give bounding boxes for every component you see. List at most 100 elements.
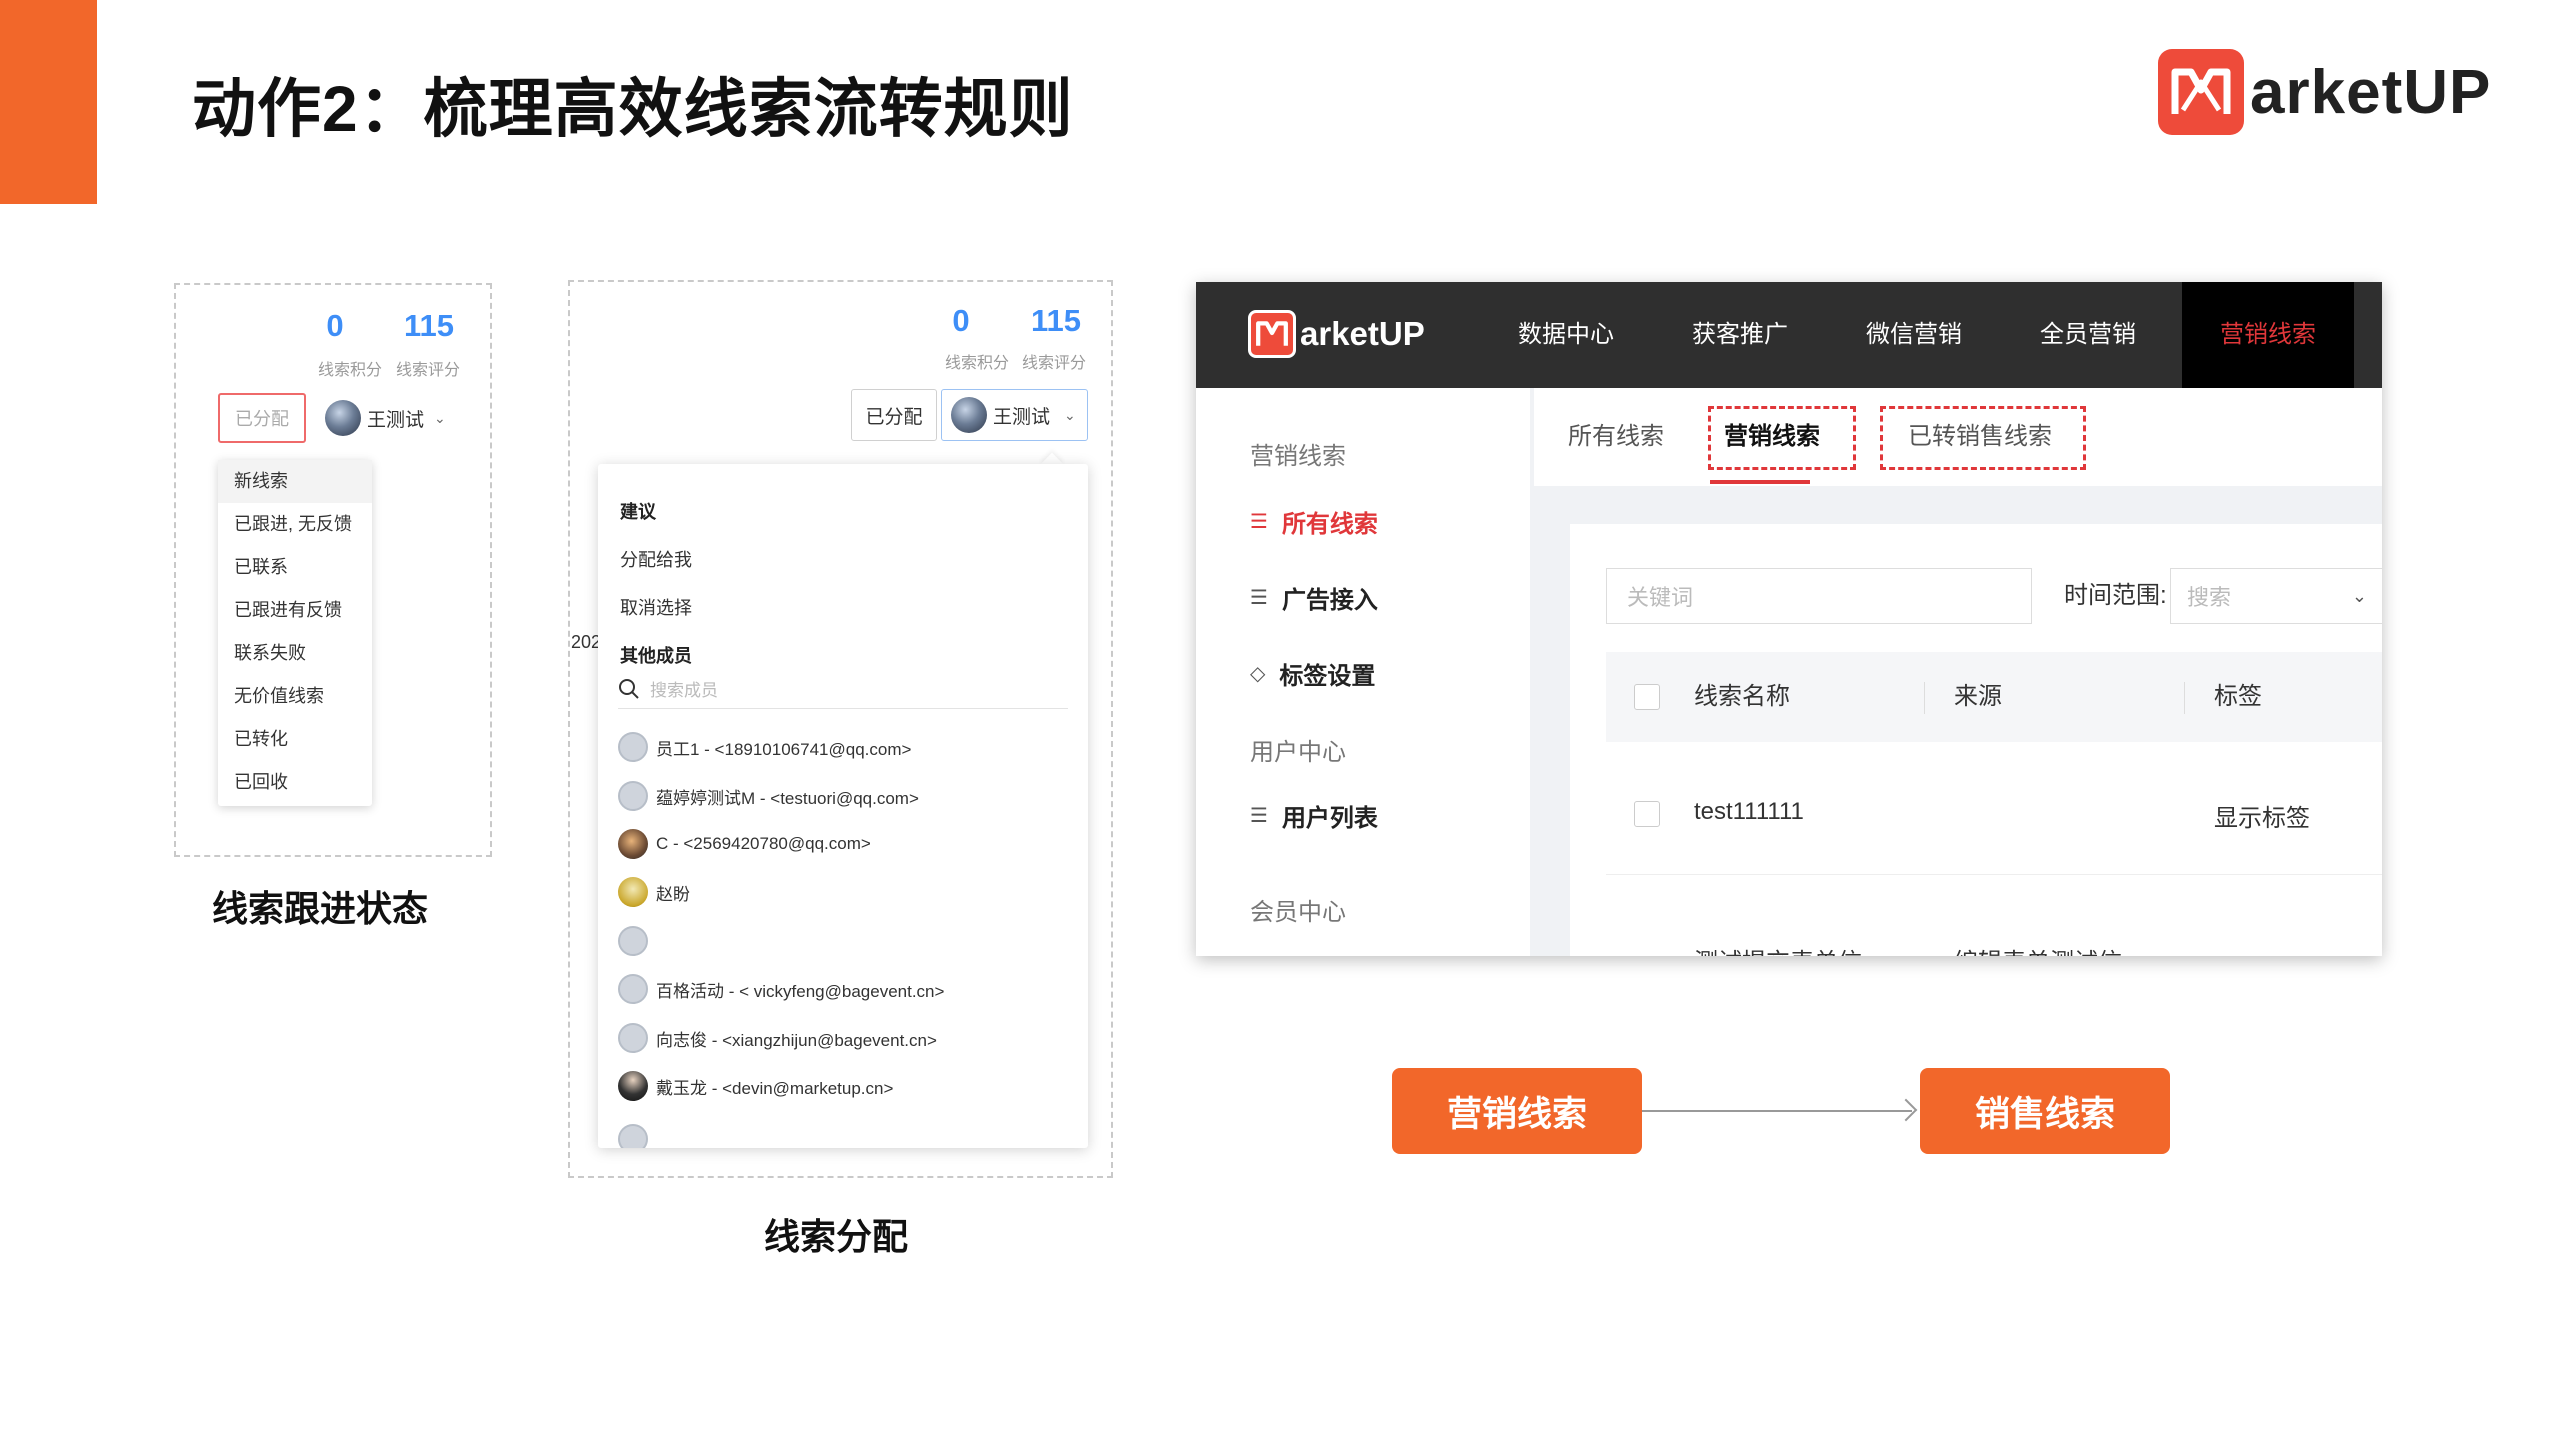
status-option-new[interactable]: 新线索 xyxy=(218,460,372,503)
column-tag: 标签 xyxy=(2214,683,2262,710)
status-option-no-value[interactable]: 无价值线索 xyxy=(218,675,372,718)
status-option-recycled[interactable]: 已回收 xyxy=(218,761,372,804)
chevron-down-icon: ⌄ xyxy=(434,409,446,426)
assign-panel-caption: 线索分配 xyxy=(764,1216,909,1257)
nav-acquisition[interactable]: 获客推广 xyxy=(1692,282,1788,388)
marketup-m-icon xyxy=(2158,49,2244,135)
sidebar-group-leads: 营销线索 xyxy=(1250,443,1346,470)
sidebar-item-user-list[interactable]: ☰ 用户列表 xyxy=(1250,798,1378,833)
p1-score-label: 线索积分 xyxy=(318,362,383,379)
status-dropdown-menu: 新线索 已跟进, 无反馈 已联系 已跟进有反馈 联系失败 无价值线索 已转化 已… xyxy=(218,460,372,806)
lead-name[interactable]: test111111 xyxy=(1694,798,1804,826)
member-avatar xyxy=(618,974,648,1004)
sidebar-item-label: 广告接入 xyxy=(1281,587,1378,614)
nav-marketing-leads[interactable]: 营销线索 xyxy=(2182,282,2354,388)
suggest-header: 建议 xyxy=(620,502,656,522)
accent-bar xyxy=(0,0,97,204)
brand-text: arketUP xyxy=(2250,57,2492,127)
user-name: 王测试 xyxy=(367,409,425,431)
member-text: 员工1 - <18910106741@qq.com> xyxy=(656,739,912,759)
app-logo-text: arketUP xyxy=(1300,315,1425,352)
sidebar-item-label: 所有线索 xyxy=(1281,511,1378,538)
flow-sales-leads: 销售线索 xyxy=(1920,1068,2170,1154)
p1-score-value: 0 xyxy=(326,308,344,343)
sidebar-item-all-leads[interactable]: ☰ 所有线索 xyxy=(1250,504,1378,539)
flow-arrow-line xyxy=(1642,1110,1912,1112)
assigned-status-button[interactable]: 已分配 xyxy=(218,393,306,443)
partial-row-name: 测试提交表单信 xyxy=(1694,942,1862,956)
select-all-checkbox[interactable] xyxy=(1634,684,1660,710)
member-avatar xyxy=(618,829,648,859)
row-checkbox[interactable] xyxy=(1634,801,1660,827)
nav-all-staff-marketing[interactable]: 全员营销 xyxy=(2040,282,2136,388)
member-item[interactable]: 员工1 - <18910106741@qq.com> xyxy=(618,732,911,762)
status-option-contact-failed[interactable]: 联系失败 xyxy=(218,632,372,675)
keyword-input[interactable]: 关键词 xyxy=(1606,568,2032,624)
keyword-placeholder: 关键词 xyxy=(1627,585,1694,610)
list-search-icon: ☰ xyxy=(1250,805,1268,827)
tab-all-leads[interactable]: 所有线索 xyxy=(1568,388,1664,486)
marketup-m-icon xyxy=(1248,310,1296,358)
search-icon xyxy=(619,678,639,699)
assigned-button[interactable]: 已分配 xyxy=(851,389,937,441)
member-item[interactable] xyxy=(618,926,656,956)
time-range-select[interactable]: 搜索 ⌄ xyxy=(2170,568,2382,624)
status-option-converted[interactable]: 已转化 xyxy=(218,718,372,761)
sidebar-item-label: 用户列表 xyxy=(1281,805,1378,832)
member-item[interactable]: 戴玉龙 - <devin@marketup.cn> xyxy=(618,1071,893,1101)
highlight-box-converted xyxy=(1880,406,2086,470)
member-avatar xyxy=(618,877,648,907)
assign-popover: 建议 分配给我 取消选择 其他成员 搜索成员 员工1 - <1891010674… xyxy=(598,464,1088,1148)
sidebar-item-tags[interactable]: ◇ 标签设置 xyxy=(1250,656,1375,691)
status-option-followed-feedback[interactable]: 已跟进有反馈 xyxy=(218,589,372,632)
p2-score-value: 0 xyxy=(952,303,970,338)
nav-data-center[interactable]: 数据中心 xyxy=(1518,282,1614,388)
chevron-down-icon: ⌄ xyxy=(1064,406,1076,423)
member-item[interactable]: 赵盼 xyxy=(618,877,690,907)
status-option-followed-no-feedback[interactable]: 已跟进, 无反馈 xyxy=(218,503,372,546)
member-avatar xyxy=(618,1124,648,1148)
member-item-partial xyxy=(618,1124,656,1148)
member-avatar xyxy=(618,926,648,956)
member-avatar xyxy=(618,781,648,811)
sidebar-group-users: 用户中心 xyxy=(1250,739,1346,766)
user-chip[interactable]: 王测试 ⌄ xyxy=(951,397,1076,433)
active-tab-underline xyxy=(1710,480,1810,484)
select-placeholder: 搜索 xyxy=(2187,585,2232,610)
assign-to-me[interactable]: 分配给我 xyxy=(620,546,692,572)
member-text: 蕴婷婷测试M - <testuori@qq.com> xyxy=(656,788,919,808)
time-range-label: 时间范围: xyxy=(2064,582,2167,609)
member-text: 赵盼 xyxy=(656,884,690,904)
user-avatar xyxy=(951,397,987,433)
app-sidebar: 营销线索 ☰ 所有线索 ☰ 广告接入 ◇ 标签设置 用户中心 ☰ 用户列表 会员… xyxy=(1196,388,1530,956)
lead-tag: 显示标签 xyxy=(2214,805,2310,832)
member-avatar xyxy=(618,732,648,762)
list-search-icon: ☰ xyxy=(1250,511,1268,533)
partial-row-source: 编辑表单测试信 xyxy=(1954,942,2122,956)
sidebar-item-label: 标签设置 xyxy=(1279,663,1376,690)
column-divider xyxy=(1924,682,1925,714)
nav-wechat-marketing[interactable]: 微信营销 xyxy=(1866,282,1962,388)
highlight-box-marketing xyxy=(1708,406,1856,470)
member-text: C - <2569420780@qq.com> xyxy=(656,834,871,853)
member-item[interactable]: 百格活动 - < vickyfeng@bagevent.cn> xyxy=(618,974,944,1004)
side-peek-text: 202 xyxy=(571,632,602,652)
member-item[interactable]: 向志俊 - <xiangzhijun@bagevent.cn> xyxy=(618,1023,937,1053)
user-selector[interactable]: 王测试 ⌄ xyxy=(325,400,446,436)
member-search-input[interactable]: 搜索成员 xyxy=(618,669,1068,709)
p2-rating-label: 线索评分 xyxy=(1022,355,1087,372)
member-item[interactable]: 蕴婷婷测试M - <testuori@qq.com> xyxy=(618,781,919,811)
member-item[interactable]: C - <2569420780@qq.com> xyxy=(618,829,871,859)
cancel-selection[interactable]: 取消选择 xyxy=(620,594,692,620)
slide-title: 动作2：梳理高效线索流转规则 xyxy=(192,73,1074,145)
sidebar-item-ads[interactable]: ☰ 广告接入 xyxy=(1250,580,1378,615)
member-avatar xyxy=(618,1023,648,1053)
status-option-contacted[interactable]: 已联系 xyxy=(218,546,372,589)
app-screenshot: arketUP 数据中心 获客推广 微信营销 全员营销 营销线索 营销线索 ☰ … xyxy=(1196,282,2382,956)
status-panel-caption: 线索跟进状态 xyxy=(212,888,429,929)
member-text: 向志俊 - <xiangzhijun@bagevent.cn> xyxy=(656,1030,937,1050)
brand-logo: arketUP xyxy=(2158,49,2491,135)
list-search-icon: ☰ xyxy=(1250,587,1268,609)
column-name: 线索名称 xyxy=(1694,683,1790,710)
sidebar-group-members: 会员中心 xyxy=(1250,899,1346,926)
